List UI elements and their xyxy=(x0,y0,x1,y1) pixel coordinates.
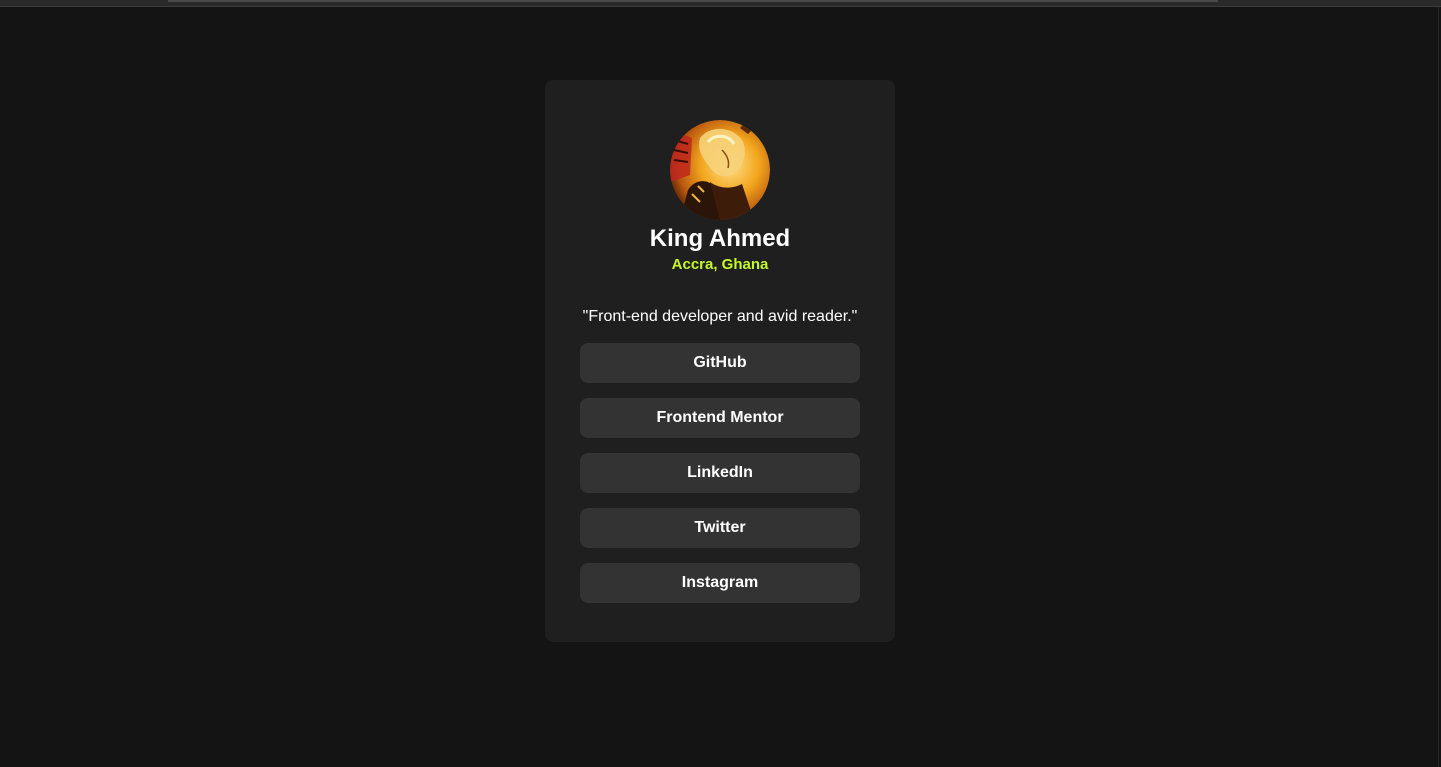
browser-top-strip-line xyxy=(168,0,1218,2)
profile-card: King Ahmed Accra, Ghana "Front-end devel… xyxy=(545,80,895,642)
linkedin-link-button[interactable]: LinkedIn xyxy=(580,453,860,493)
twitter-link-button[interactable]: Twitter xyxy=(580,508,860,548)
social-links-list: GitHub Frontend Mentor LinkedIn Twitter … xyxy=(580,343,860,603)
github-link-button[interactable]: GitHub xyxy=(580,343,860,383)
avatar xyxy=(670,120,770,220)
profile-location: Accra, Ghana xyxy=(671,256,769,273)
profile-bio: "Front-end developer and avid reader." xyxy=(582,308,858,325)
browser-top-strip xyxy=(0,0,1441,7)
frontend-mentor-link-button[interactable]: Frontend Mentor xyxy=(580,398,860,438)
instagram-link-button[interactable]: Instagram xyxy=(580,563,860,603)
profile-name: King Ahmed xyxy=(649,225,791,252)
